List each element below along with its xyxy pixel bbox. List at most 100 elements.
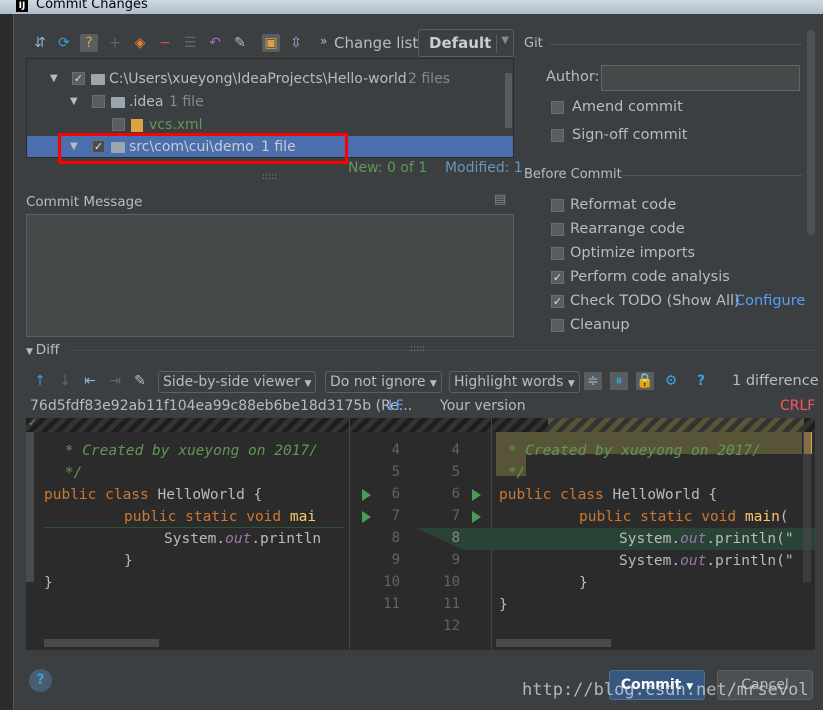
highlight-annotation [58,133,348,164]
rollback-icon[interactable]: ↶ [206,34,224,52]
edit-source-icon[interactable]: ✎ [231,34,249,52]
divider [622,175,802,176]
expand-triangle-icon[interactable]: ▼ [50,68,58,90]
configure-link[interactable]: Configure [735,293,805,309]
group-icon[interactable]: ☰ [181,34,199,52]
tree-scrollbar[interactable] [505,73,512,128]
line-number: 6 [391,486,400,502]
more-icon[interactable]: » [320,34,327,48]
before-commit-checkbox[interactable] [551,199,564,212]
lock-icon[interactable]: 🔒 [636,372,654,390]
next-difference-icon[interactable]: ↓ [56,372,74,390]
left-hscrollbar[interactable] [44,639,159,647]
changelist-select[interactable]: Default ▼ [418,29,514,57]
modified-count: Modified: 1 [444,160,523,176]
ignore-value: Do not ignore [330,374,426,390]
line-number: 9 [391,552,400,568]
help-button[interactable]: ? [29,669,52,692]
right-hscrollbar[interactable] [496,639,611,647]
left-line-separator: LF [388,398,404,414]
tree-row-idea[interactable]: ▼ .idea 1 file [27,91,513,113]
tree-label: C:\Users\xueyong\IdeaProjects\Hello-worl… [109,71,407,87]
previous-difference-icon[interactable]: ↑ [31,372,49,390]
right-scrollbar[interactable] [803,432,811,582]
next-file-icon[interactable]: ⇥ [106,372,124,390]
commit-message-label: Commit Message [26,194,143,210]
chevron-down-icon: ▼ [567,379,575,389]
expand-all-icon[interactable]: ⇳ [287,34,305,52]
tree-count: 2 files [408,71,450,87]
expand-triangle-icon[interactable]: ▼ [70,91,78,113]
line-number: 5 [451,464,460,480]
tree-label: .idea [129,94,164,110]
folder-icon [91,74,105,85]
highlight-value: Highlight words [454,374,564,390]
apply-change-arrow-icon[interactable] [472,511,481,523]
line-number: 10 [443,574,460,590]
remove-icon[interactable]: − [156,34,174,52]
move-to-changelist-icon[interactable]: ◈ [131,34,149,52]
tree-count: 1 file [169,94,204,110]
history-icon[interactable]: ▤ [494,192,506,207]
intellij-logo-icon: IJ [16,0,28,12]
viewer-value: Side-by-side viewer [163,374,301,390]
before-commit-label: Reformat code [570,197,677,213]
collapse-unchanged-icon[interactable]: ≑ [584,372,602,390]
right-title: Your version [440,398,526,414]
line-number: 5 [391,464,400,480]
collapse-triangle-icon: ▼ [26,347,36,357]
right-panel-scrollbar[interactable] [807,30,815,235]
gear-icon[interactable]: ⚙ [662,372,680,390]
edit-source-icon[interactable]: ✎ [131,372,149,390]
highlight-select[interactable]: Highlight words ▼ [449,371,580,393]
apply-change-arrow-icon[interactable] [362,489,371,501]
show-diff-icon[interactable]: ⇵ [31,34,49,52]
checkmark-icon: ✓ [28,418,38,429]
before-commit-checkbox[interactable] [551,247,564,260]
chevron-down-icon: ▼ [304,379,312,389]
unversioned-files-icon[interactable]: ? [80,34,98,52]
ignore-select[interactable]: Do not ignore ▼ [325,371,442,393]
previous-file-icon[interactable]: ⇤ [81,372,99,390]
add-icon[interactable]: + [106,34,124,52]
apply-change-arrow-icon[interactable] [362,511,371,523]
before-commit-checkbox[interactable]: ✓ [551,271,564,284]
author-input[interactable] [601,65,800,91]
sync-scroll-icon[interactable]: ⏸ [610,372,628,390]
help-icon[interactable]: ? [692,372,710,390]
group-by-directory-icon[interactable]: ▣ [262,34,280,52]
commit-message-input[interactable] [26,214,514,337]
before-commit-checkbox[interactable] [551,319,564,332]
splitter-handle[interactable]: ::::: [262,172,277,182]
checkbox[interactable] [112,118,125,131]
author-label: Author: [546,69,600,85]
line-number: 7 [391,508,400,524]
refresh-icon[interactable]: ⟳ [55,34,73,52]
divider [550,44,802,45]
diff-section-toggle[interactable]: ▼ Diff [26,342,59,358]
signoff-label: Sign-off commit [572,127,688,143]
before-commit-label: Optimize imports [570,245,696,261]
changelist-value: Default [429,34,492,52]
before-commit-checkbox[interactable] [551,223,564,236]
line-number: 11 [443,596,460,612]
apply-change-arrow-icon[interactable] [472,489,481,501]
splitter-handle[interactable]: ::::: [410,344,425,354]
line-number: 4 [391,442,400,458]
left-scrollbar[interactable] [26,432,34,582]
checkbox[interactable] [92,95,105,108]
diff-editor[interactable]: ✓ * Created by xueyong on 2017/ */ publi… [26,418,815,650]
viewer-select[interactable]: Side-by-side viewer ▼ [158,371,317,393]
change-counts: New: 0 of 1 Modified: 1 [348,160,523,176]
before-commit-label: Cleanup [570,317,630,333]
amend-checkbox[interactable] [551,101,564,114]
before-commit-checkbox[interactable]: ✓ [551,295,564,308]
difference-count: 1 difference [732,373,819,389]
window-title: Commit Changes [36,0,148,12]
tree-row-project[interactable]: ▼ ✓ C:\Users\xueyong\IdeaProjects\Hello-… [27,68,513,90]
line-number: 10 [383,574,400,590]
checkbox[interactable]: ✓ [72,72,85,85]
before-commit-label: Perform code analysis [570,269,730,285]
chevron-down-icon: ▼ [496,35,509,53]
signoff-checkbox[interactable] [551,129,564,142]
